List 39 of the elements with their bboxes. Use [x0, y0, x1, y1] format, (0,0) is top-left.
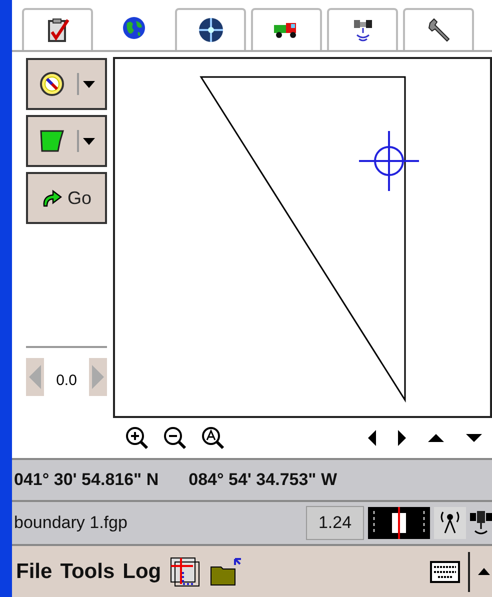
menu-item[interactable]: Tools [60, 556, 115, 588]
status-value: 1.24 [306, 506, 364, 540]
map-canvas[interactable] [113, 57, 492, 418]
zoom-extent-icon[interactable] [201, 426, 225, 450]
pan-up-icon[interactable] [428, 434, 444, 442]
right-triangle-icon [92, 365, 104, 389]
folder-icon[interactable] [209, 556, 244, 586]
left-triangle-icon [29, 365, 41, 389]
compass-icon [38, 71, 64, 97]
crosshair-icon [358, 130, 420, 192]
tab[interactable] [327, 8, 398, 50]
map-grid-icon[interactable] [169, 556, 202, 588]
antenna-icon [434, 507, 466, 539]
shape-dropdown-button[interactable] [26, 115, 107, 167]
tab[interactable] [403, 8, 474, 50]
pan-down-icon[interactable] [466, 434, 482, 442]
polygon-icon [38, 129, 64, 153]
keyboard-icon[interactable] [430, 560, 460, 582]
tab[interactable] [175, 8, 246, 50]
caret-icon [82, 138, 94, 144]
curved-arrow-icon [41, 188, 64, 208]
compass-rose-icon [196, 16, 224, 44]
latitude-text: 041° 30' 54.816" N [14, 469, 159, 492]
caret-icon [82, 80, 94, 88]
pan-right-icon[interactable] [398, 430, 406, 446]
tab[interactable] [22, 8, 93, 50]
zoom-in-icon[interactable] [125, 426, 149, 450]
longitude-text: 084° 54' 34.753" W [188, 469, 338, 492]
caret-up-icon[interactable] [478, 568, 490, 575]
pan-left-icon[interactable] [368, 430, 376, 446]
globe-icon [121, 15, 147, 41]
signal-bar-icon [368, 507, 430, 539]
menu-item[interactable]: Log [122, 556, 162, 588]
file-name: boundary 1.fgp [14, 512, 128, 534]
spinner-value: 0.0 [55, 370, 78, 391]
menu-item[interactable]: File [16, 556, 52, 588]
compass-dropdown-button[interactable] [26, 58, 107, 110]
go-button[interactable]: Go [26, 172, 107, 224]
zoom-out-icon[interactable] [163, 426, 187, 450]
